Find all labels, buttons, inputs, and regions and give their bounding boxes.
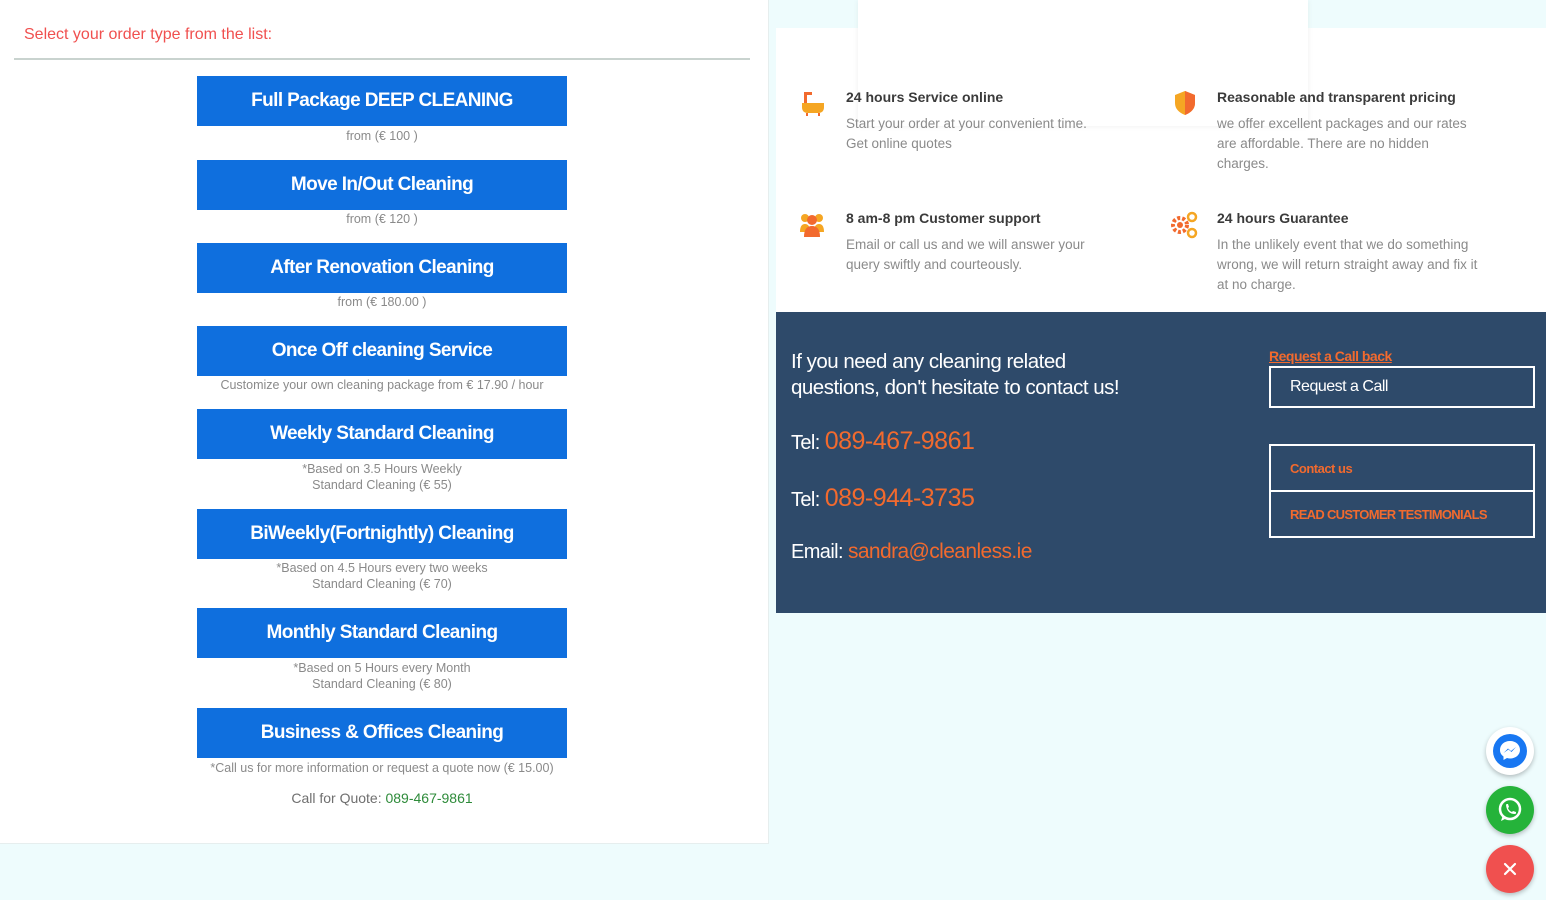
- phone-link-1[interactable]: 089-467-9861: [825, 427, 975, 455]
- phone-line-1: Tel: 089-467-9861: [791, 427, 975, 456]
- request-callback-link[interactable]: Request a Call back: [1269, 348, 1392, 364]
- feature-text-line: charges.: [1217, 156, 1269, 171]
- phone-link-2[interactable]: 089-944-3735: [825, 484, 975, 512]
- quote-line: Call for Quote: 089-467-9861: [160, 790, 604, 806]
- quote-label: Call for Quote:: [291, 790, 382, 806]
- order-button-after-renovation[interactable]: After Renovation Cleaning: [197, 243, 567, 293]
- order-button-deep-cleaning[interactable]: Full Package DEEP CLEANING: [197, 76, 567, 126]
- email-label: Email:: [791, 541, 844, 563]
- feature-text-line: Start your order at your convenient time…: [846, 116, 1087, 131]
- contact-headline: If you need any cleaning related questio…: [791, 349, 1261, 401]
- feature-title: 8 am-8 pm Customer support: [846, 210, 1041, 226]
- order-note: *Based on 5 Hours every Month Standard C…: [160, 660, 604, 692]
- tel-label: Tel:: [791, 489, 820, 511]
- order-note: from (€ 180.00 ): [337, 295, 427, 309]
- order-note: *Based on 4.5 Hours every two weeks Stan…: [160, 560, 604, 592]
- tel-label: Tel:: [791, 432, 820, 454]
- order-note-line: *Based on 3.5 Hours Weekly: [302, 462, 462, 476]
- feature-title: Reasonable and transparent pricing: [1217, 89, 1456, 105]
- feature-text: In the unlikely event that we do somethi…: [1217, 235, 1477, 295]
- order-note: from (€ 100 ): [346, 129, 418, 143]
- order-note: Customize your own cleaning package from…: [220, 378, 544, 392]
- feature-text: Start your order at your convenient time…: [846, 114, 1087, 154]
- close-chat-button[interactable]: [1486, 845, 1534, 893]
- feature-text: we offer excellent packages and our rate…: [1217, 114, 1467, 174]
- order-note: from (€ 120 ): [346, 212, 418, 226]
- messenger-button[interactable]: [1486, 727, 1534, 775]
- feature-text-line: Email or call us and we will answer your: [846, 237, 1085, 252]
- contact-us-button[interactable]: Contact us: [1269, 444, 1535, 492]
- order-note-line: *Based on 5 Hours every Month: [293, 661, 471, 675]
- gears-icon: [1171, 211, 1198, 239]
- order-heading: Select your order type from the list:: [24, 26, 273, 43]
- contact-section: If you need any cleaning related questio…: [776, 312, 1546, 613]
- team-icon: [800, 214, 824, 237]
- divider: [14, 58, 750, 60]
- order-note-line: Standard Cleaning (€ 70): [312, 577, 452, 591]
- shield-icon: [1175, 91, 1195, 115]
- feature-text-line: are affordable. There are no hidden: [1217, 136, 1429, 151]
- order-button-biweekly[interactable]: BiWeekly(Fortnightly) Cleaning: [197, 509, 567, 559]
- header-card: [858, 0, 1308, 126]
- bathtub-icon: [802, 92, 824, 116]
- email-line: Email: sandra@cleanless.ie: [791, 540, 1032, 564]
- contact-headline-line: questions, don't hesitate to contact us!: [791, 376, 1120, 399]
- order-button-business[interactable]: Business & Offices Cleaning: [197, 708, 567, 758]
- order-note: *Based on 3.5 Hours Weekly Standard Clea…: [160, 461, 604, 493]
- phone-line-2: Tel: 089-944-3735: [791, 484, 975, 513]
- quote-phone-link[interactable]: 089-467-9861: [385, 790, 472, 806]
- feature-text-line: at no charge.: [1217, 277, 1296, 292]
- feature-text-line: we offer excellent packages and our rate…: [1217, 116, 1467, 131]
- order-button-move-in-out[interactable]: Move In/Out Cleaning: [197, 160, 567, 210]
- order-note: *Call us for more information or request…: [210, 761, 554, 775]
- feature-text: Email or call us and we will answer your…: [846, 235, 1085, 275]
- contact-headline-line: If you need any cleaning related: [791, 350, 1066, 373]
- testimonials-button[interactable]: READ CUSTOMER TESTIMONIALS: [1269, 490, 1535, 538]
- order-note-line: Standard Cleaning (€ 80): [312, 677, 452, 691]
- feature-text-line: wrong, we will return straight away and …: [1217, 257, 1478, 272]
- feature-text-line: Get online quotes: [846, 136, 952, 151]
- feature-text-line: query swiftly and courteously.: [846, 257, 1023, 272]
- feature-title: 24 hours Service online: [846, 89, 1004, 105]
- order-button-monthly[interactable]: Monthly Standard Cleaning: [197, 608, 567, 658]
- request-call-button[interactable]: Request a Call: [1269, 366, 1535, 408]
- email-link[interactable]: sandra@cleanless.ie: [848, 540, 1032, 563]
- order-button-weekly[interactable]: Weekly Standard Cleaning: [197, 409, 567, 459]
- order-panel: Select your order type from the list: Fu…: [0, 0, 769, 844]
- order-button-once-off[interactable]: Once Off cleaning Service: [197, 326, 567, 376]
- messenger-icon: [1493, 734, 1527, 768]
- order-note-line: *Based on 4.5 Hours every two weeks: [276, 561, 488, 575]
- whatsapp-button[interactable]: [1486, 786, 1534, 834]
- close-icon: [1503, 862, 1517, 876]
- whatsapp-icon: [1498, 797, 1522, 821]
- feature-title: 24 hours Guarantee: [1217, 210, 1349, 226]
- order-note-line: Standard Cleaning (€ 55): [312, 478, 452, 492]
- feature-text-line: In the unlikely event that we do somethi…: [1217, 237, 1469, 252]
